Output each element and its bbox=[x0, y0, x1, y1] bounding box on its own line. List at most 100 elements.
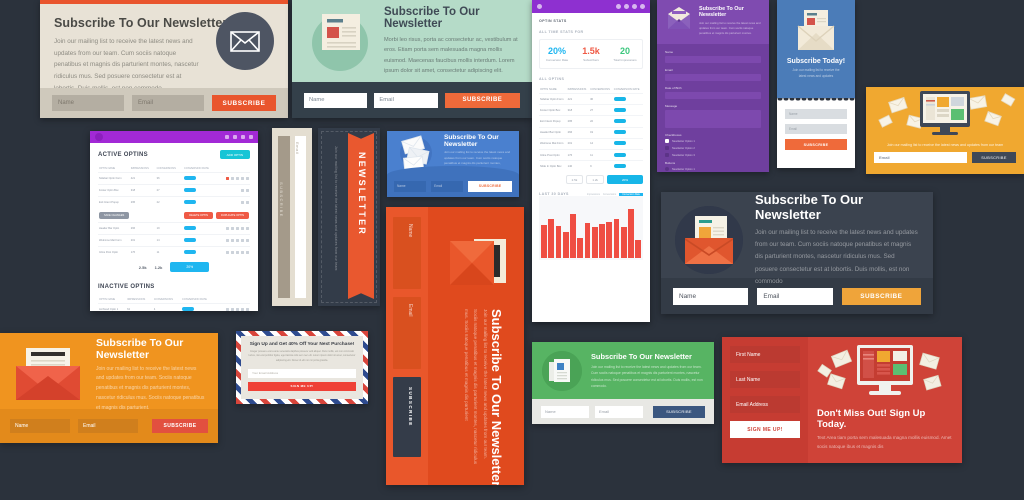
cell-actions[interactable] bbox=[217, 234, 250, 247]
subscribe-button[interactable]: SUBSCRIBE bbox=[393, 377, 421, 457]
total-rate-button[interactable]: 20% bbox=[170, 262, 210, 272]
titlebar-icon[interactable] bbox=[616, 4, 621, 9]
subscribe-button[interactable]: SUBSCRIBE bbox=[212, 95, 276, 111]
subscribe-button[interactable]: SUBSCRIBE bbox=[444, 92, 520, 108]
delete-icon[interactable] bbox=[246, 201, 249, 204]
titlebar-actions[interactable] bbox=[225, 135, 253, 139]
settings-icon[interactable] bbox=[241, 251, 244, 254]
titlebar-icon[interactable] bbox=[225, 135, 229, 139]
table-row[interactable]: Sidebar Optin Form 421 36 bbox=[98, 172, 250, 185]
checkbox-option[interactable]: Newsletter Option 2 bbox=[665, 146, 761, 151]
table-row[interactable]: Header Bar Optin 266 19 bbox=[98, 222, 250, 235]
subscribe-button[interactable]: SUBSCRIBE bbox=[785, 139, 847, 150]
settings-icon[interactable] bbox=[241, 189, 244, 192]
delete-icon[interactable] bbox=[246, 189, 249, 192]
edit-icon[interactable] bbox=[226, 308, 229, 311]
delete-icon[interactable] bbox=[246, 177, 249, 180]
email-input[interactable]: Email bbox=[78, 419, 138, 433]
stats-icon[interactable] bbox=[236, 227, 239, 230]
name-input[interactable]: Name bbox=[673, 287, 749, 305]
email-input[interactable]: Email bbox=[595, 405, 643, 418]
subscribe-button[interactable]: SUBSCRIBE bbox=[653, 405, 705, 418]
titlebar-icon[interactable] bbox=[249, 135, 253, 139]
cell-actions[interactable] bbox=[217, 246, 250, 258]
table-row[interactable]: Footer Optin Box 318 27 bbox=[98, 184, 250, 197]
email-input[interactable]: Email bbox=[132, 95, 204, 111]
email-input[interactable]: Email bbox=[393, 297, 421, 369]
signup-button[interactable]: SIGN ME UP! bbox=[730, 421, 800, 438]
copy-icon[interactable] bbox=[231, 239, 234, 242]
checkbox-icon[interactable] bbox=[665, 139, 669, 144]
checkbox-icon[interactable] bbox=[665, 153, 669, 158]
titlebar-actions[interactable] bbox=[616, 4, 645, 9]
table-row[interactable]: Welcome Mat Form 201 14 bbox=[539, 137, 643, 150]
subscribe-button[interactable]: SUBSCRIBE bbox=[841, 287, 921, 305]
settings-icon[interactable] bbox=[241, 177, 244, 180]
email-input[interactable] bbox=[665, 74, 761, 82]
stats-icon[interactable] bbox=[236, 251, 239, 254]
table-row[interactable]: Exit Intent Popup 295 22 bbox=[539, 115, 643, 128]
table-row[interactable]: Footer Optin Box 318 27 bbox=[539, 104, 643, 116]
name-input[interactable]: Name bbox=[394, 180, 427, 192]
message-textarea[interactable] bbox=[665, 110, 761, 129]
edit-icon[interactable] bbox=[226, 177, 229, 180]
save-changes-button[interactable]: SAVE CHANGES bbox=[99, 212, 130, 219]
cell-actions[interactable] bbox=[217, 222, 250, 235]
checkbox-option[interactable]: Newsletter Option 3 bbox=[665, 153, 761, 158]
titlebar-icon[interactable] bbox=[640, 4, 645, 9]
duplicate-optin-button[interactable]: DUPLICATE OPTIN bbox=[215, 212, 249, 219]
edit-icon[interactable] bbox=[226, 251, 229, 254]
delete-optin-button[interactable]: DELETE OPTIN bbox=[184, 212, 213, 219]
table-row[interactable]: Sidebar Optin Form 421 36 bbox=[539, 92, 643, 105]
name-input[interactable] bbox=[665, 56, 761, 64]
delete-icon[interactable] bbox=[246, 227, 249, 230]
name-input[interactable]: Name bbox=[304, 92, 368, 108]
table-row[interactable]: Inline Post Optin 176 11 bbox=[98, 246, 250, 258]
copy-icon[interactable] bbox=[231, 251, 234, 254]
name-input[interactable]: Name bbox=[10, 419, 70, 433]
name-input[interactable]: Name bbox=[393, 217, 421, 289]
name-input[interactable]: Name bbox=[785, 109, 847, 119]
cell-actions[interactable] bbox=[217, 172, 250, 185]
cell-actions[interactable] bbox=[217, 184, 250, 197]
checkbox-option[interactable]: Newsletter Option 1 bbox=[665, 139, 761, 144]
titlebar-icon[interactable] bbox=[624, 4, 629, 9]
subscribe-button[interactable]: SUBSCRIBE bbox=[468, 180, 512, 192]
titlebar-icon[interactable] bbox=[233, 135, 237, 139]
cell-actions[interactable] bbox=[216, 303, 250, 311]
table-row[interactable]: Inline Post Optin 176 11 bbox=[539, 148, 643, 161]
table-row[interactable]: Archived Optin 1 62 4 bbox=[98, 303, 250, 311]
settings-icon[interactable] bbox=[241, 308, 244, 311]
cell-actions[interactable] bbox=[217, 196, 250, 208]
stats-icon[interactable] bbox=[236, 177, 239, 180]
subscribe-button[interactable]: SUBSCRIBE bbox=[152, 419, 208, 433]
total-rate-button[interactable]: 20% bbox=[606, 175, 643, 185]
signup-button[interactable]: SIGN ME UP! bbox=[248, 381, 356, 391]
settings-icon[interactable] bbox=[241, 239, 244, 242]
edit-icon[interactable] bbox=[226, 227, 229, 230]
delete-icon[interactable] bbox=[246, 308, 249, 311]
email-input[interactable]: Email bbox=[374, 92, 438, 108]
stats-icon[interactable] bbox=[236, 308, 239, 311]
email-input[interactable]: Email bbox=[785, 124, 847, 134]
radio-icon[interactable] bbox=[665, 167, 669, 172]
checkbox-icon[interactable] bbox=[665, 146, 669, 151]
first-name-input[interactable]: First Name bbox=[730, 346, 800, 363]
table-row[interactable]: Slide In Optin Box 140 9 bbox=[539, 160, 643, 172]
name-input[interactable]: Name bbox=[52, 95, 124, 111]
add-optin-button[interactable]: ADD OPTIN bbox=[219, 150, 250, 159]
copy-icon[interactable] bbox=[231, 308, 234, 311]
table-row[interactable]: Header Bar Optin 266 19 bbox=[539, 126, 643, 139]
email-input[interactable]: Email bbox=[294, 136, 306, 298]
stats-icon[interactable] bbox=[236, 239, 239, 242]
delete-icon[interactable] bbox=[246, 239, 249, 242]
email-input[interactable]: Email bbox=[431, 180, 464, 192]
settings-icon[interactable] bbox=[241, 227, 244, 230]
email-input[interactable]: Your Email Address bbox=[248, 368, 356, 378]
subscribe-button[interactable]: SUBSCRIBE bbox=[972, 152, 1016, 163]
last-name-input[interactable]: Last Name bbox=[730, 371, 800, 388]
edit-icon[interactable] bbox=[226, 239, 229, 242]
email-input[interactable]: Email bbox=[874, 152, 967, 163]
copy-icon[interactable] bbox=[231, 177, 234, 180]
gear-icon[interactable] bbox=[95, 133, 103, 141]
